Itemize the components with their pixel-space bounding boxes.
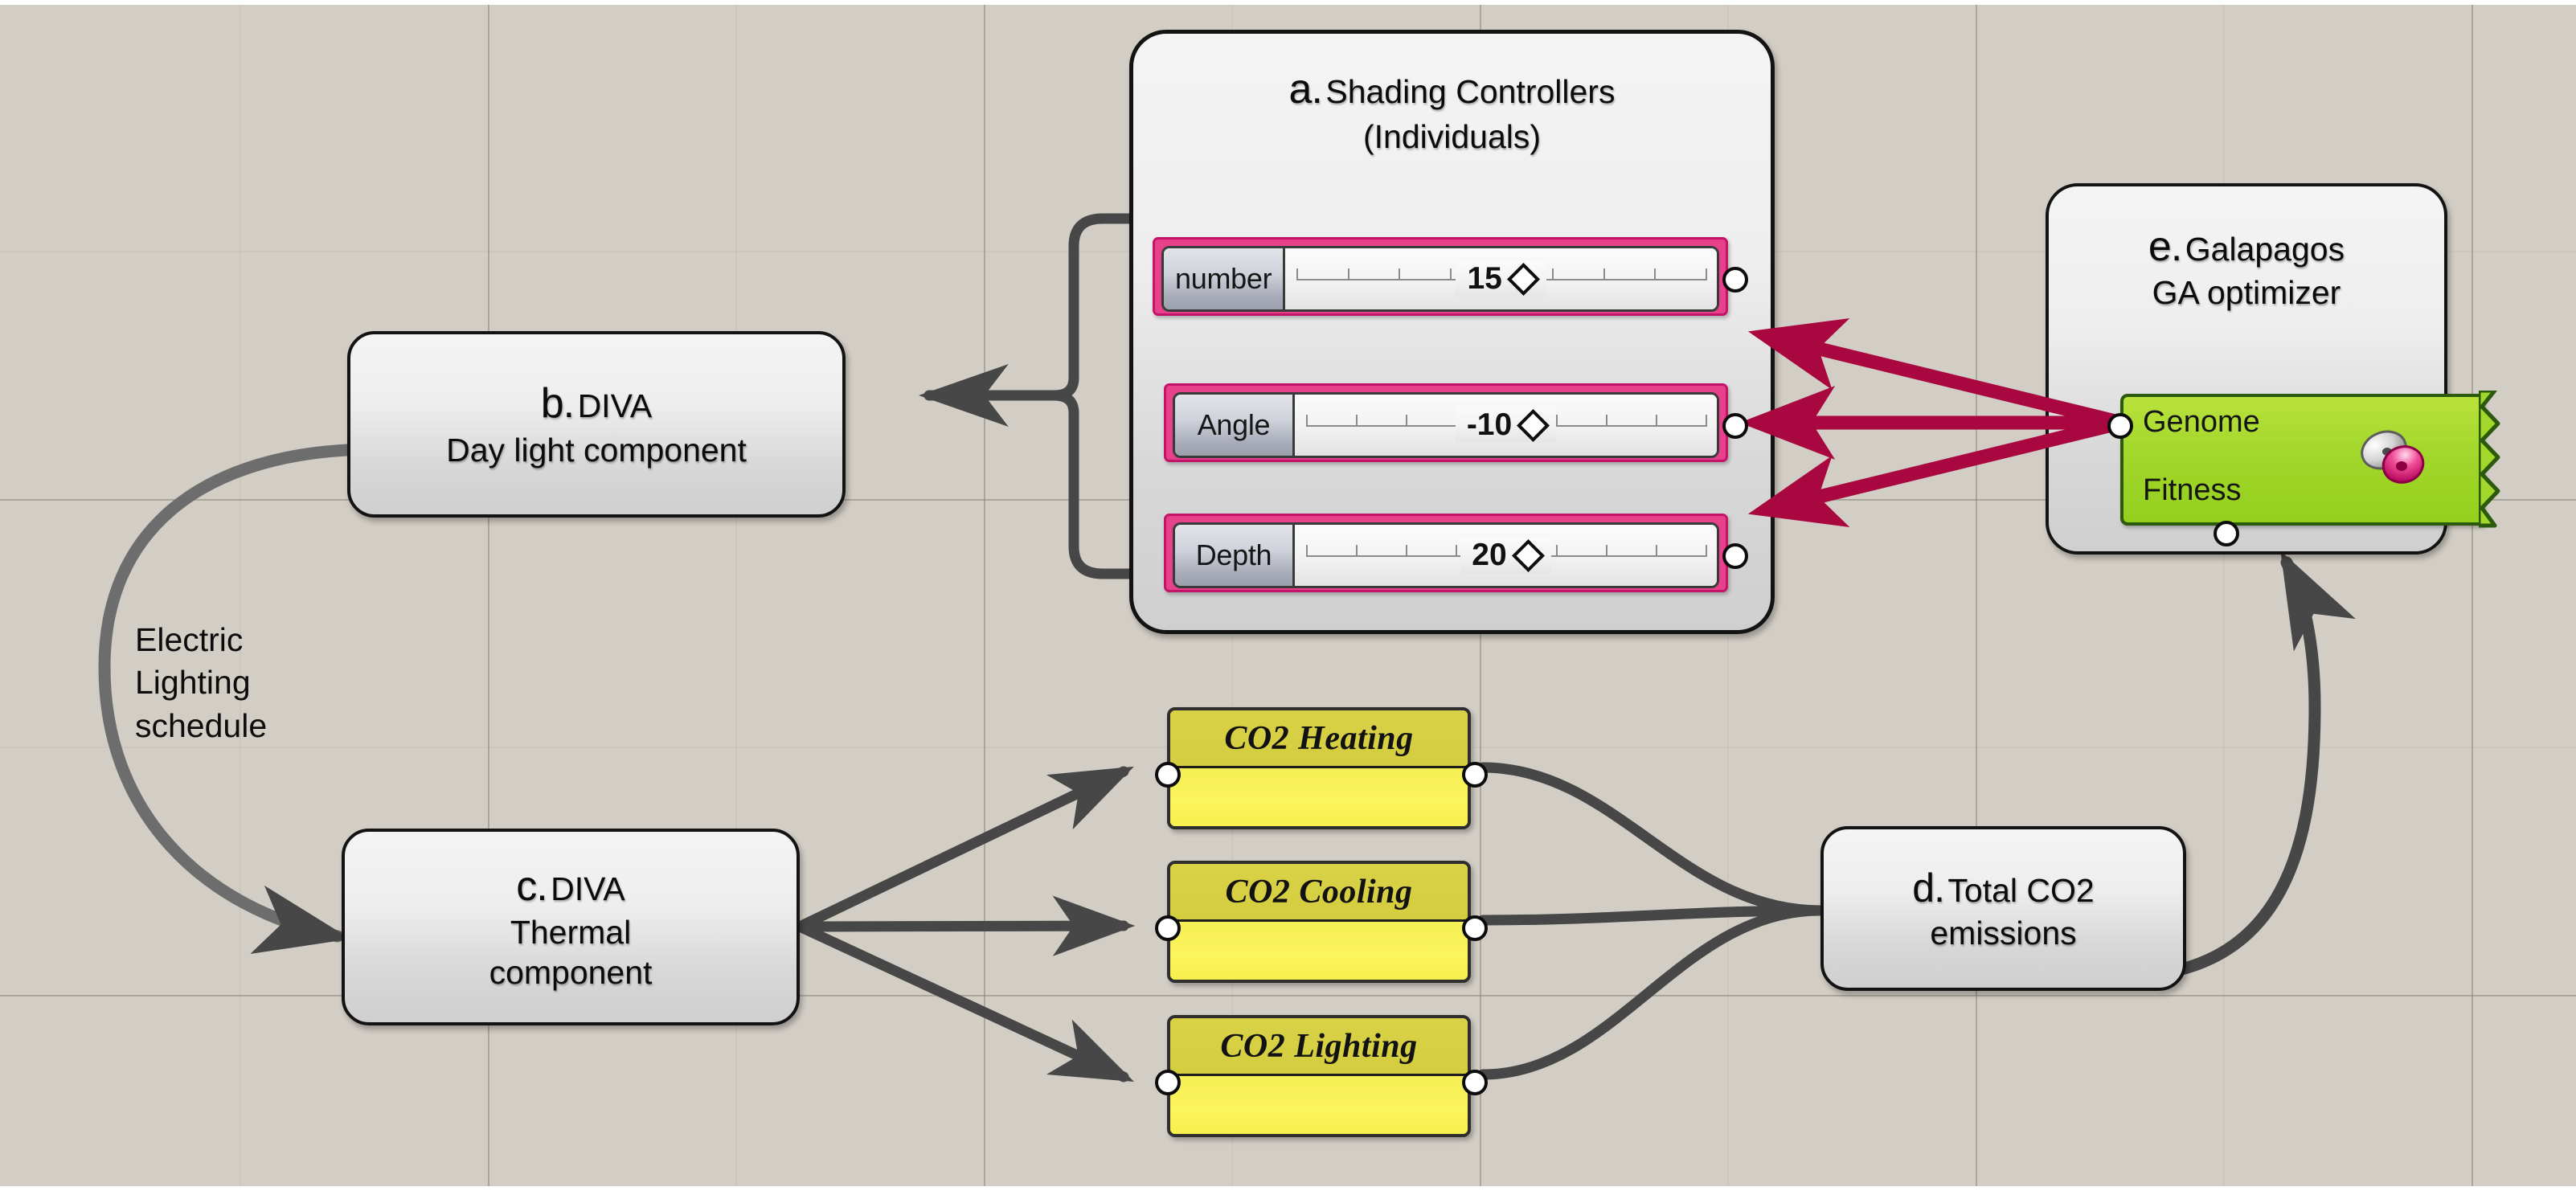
galapagos-zigzag-edge — [2479, 391, 2500, 528]
co2-panel-cooling[interactable]: CO2 Cooling — [1167, 861, 1471, 983]
diamond-handle-icon[interactable] — [1506, 262, 1540, 296]
thermal-to-co2-wires — [794, 766, 1136, 1083]
node-total-co2: d. Total CO2 emissions — [1820, 826, 2186, 991]
galapagos-fitness-label: Fitness — [2143, 473, 2242, 507]
node-total-co2-letter: d. — [1912, 865, 1945, 911]
co2-panel-lighting-body — [1170, 1076, 1468, 1134]
slider-number-value-group: 15 — [1456, 261, 1546, 297]
galapagos-fitness-port[interactable] — [2214, 521, 2239, 546]
diamond-handle-icon[interactable] — [1517, 408, 1550, 442]
canvas-bottom-edge — [0, 1186, 2576, 1191]
slider-number-port[interactable] — [1722, 267, 1748, 293]
node-galapagos-title-text: Galapagos — [2185, 231, 2345, 268]
node-galapagos-letter: e. — [2148, 223, 2182, 270]
slider-number-label: number — [1164, 248, 1286, 309]
node-diva-thermal-title-text: DIVA — [551, 870, 625, 907]
galapagos-port-labels: Genome Fitness — [2143, 405, 2260, 508]
annotation-electric-lighting: Electric Lighting schedule — [135, 621, 268, 744]
node-total-co2-subtitle: emissions — [1930, 914, 2077, 952]
node-galapagos-title: e. Galapagos — [2148, 222, 2345, 272]
co2-panel-heating-body — [1170, 768, 1468, 826]
co2-lighting-input-port[interactable] — [1155, 1070, 1181, 1095]
node-total-co2-title-text: Total CO2 — [1947, 871, 2095, 909]
slider-depth-port[interactable] — [1722, 543, 1748, 569]
slider-depth[interactable]: Depth 20 — [1164, 514, 1728, 592]
canvas-top-edge — [0, 0, 2576, 5]
node-diva-thermal-title: c. DIVA — [516, 862, 625, 912]
slider-depth-value-group: 20 — [1460, 538, 1551, 573]
galapagos-genome-port[interactable] — [2107, 413, 2133, 439]
galapagos-genome-label: Genome — [2143, 405, 2260, 439]
node-total-co2-title: d. Total CO2 — [1912, 864, 2094, 913]
node-diva-thermal-line2: Thermal — [510, 914, 632, 952]
diamond-handle-icon[interactable] — [1511, 538, 1545, 572]
node-diva-thermal: c. DIVA Thermal component — [342, 829, 800, 1025]
group-shading-title-text: Shading Controllers — [1325, 73, 1616, 110]
galapagos-component[interactable]: Genome Fitness — [2120, 391, 2500, 528]
co2-panel-cooling-body — [1170, 922, 1468, 980]
slider-angle-track[interactable]: -10 — [1295, 395, 1717, 456]
slider-number-value: 15 — [1467, 261, 1502, 296]
node-diva-thermal-line3: component — [489, 954, 653, 992]
slider-depth-label: Depth — [1175, 525, 1295, 586]
galapagos-beetle-icon — [2361, 430, 2425, 484]
co2-heating-input-port[interactable] — [1155, 762, 1181, 788]
slider-depth-value: 20 — [1472, 538, 1507, 572]
co2-panel-lighting[interactable]: CO2 Lighting — [1167, 1015, 1471, 1137]
node-diva-thermal-letter: c. — [516, 862, 547, 910]
slider-angle-port[interactable] — [1722, 413, 1748, 439]
slider-number-track[interactable]: 15 — [1285, 248, 1717, 309]
node-diva-daylight-subtitle: Day light component — [446, 431, 747, 469]
slider-depth-track[interactable]: 20 — [1295, 525, 1717, 586]
node-diva-daylight-title-text: DIVA — [577, 387, 653, 425]
co2-panel-heating-title: CO2 Heating — [1170, 710, 1468, 769]
co2-cooling-output-port[interactable] — [1462, 915, 1488, 941]
group-shading-title: a. Shading Controllers — [1289, 64, 1616, 115]
node-galapagos-subtitle: GA optimizer — [2152, 274, 2341, 312]
node-diva-daylight: b. DIVA Day light component — [347, 331, 846, 518]
co2-lighting-output-port[interactable] — [1462, 1070, 1488, 1095]
co2-panel-lighting-title: CO2 Lighting — [1170, 1018, 1468, 1077]
node-diva-daylight-title: b. DIVA — [541, 379, 652, 429]
slider-angle[interactable]: Angle -10 — [1164, 383, 1728, 462]
co2-cooling-input-port[interactable] — [1155, 915, 1181, 941]
diagram-canvas: a. Shading Controllers (Individuals) num… — [0, 0, 2576, 1191]
co2-panel-cooling-title: CO2 Cooling — [1170, 864, 1468, 923]
slider-angle-value: -10 — [1466, 407, 1513, 442]
slider-number[interactable]: number 15 — [1153, 237, 1728, 316]
bracket-connector — [918, 213, 1155, 579]
co2-panel-heating[interactable]: CO2 Heating — [1167, 707, 1471, 829]
node-diva-daylight-letter: b. — [540, 380, 575, 428]
group-shading-subtitle: (Individuals) — [1362, 118, 1542, 156]
co2-heating-output-port[interactable] — [1462, 762, 1488, 788]
co2-to-total-wires — [1477, 762, 1826, 1080]
slider-angle-value-group: -10 — [1455, 407, 1557, 443]
slider-angle-label: Angle — [1175, 395, 1295, 456]
group-shading-letter: a. — [1288, 66, 1323, 113]
